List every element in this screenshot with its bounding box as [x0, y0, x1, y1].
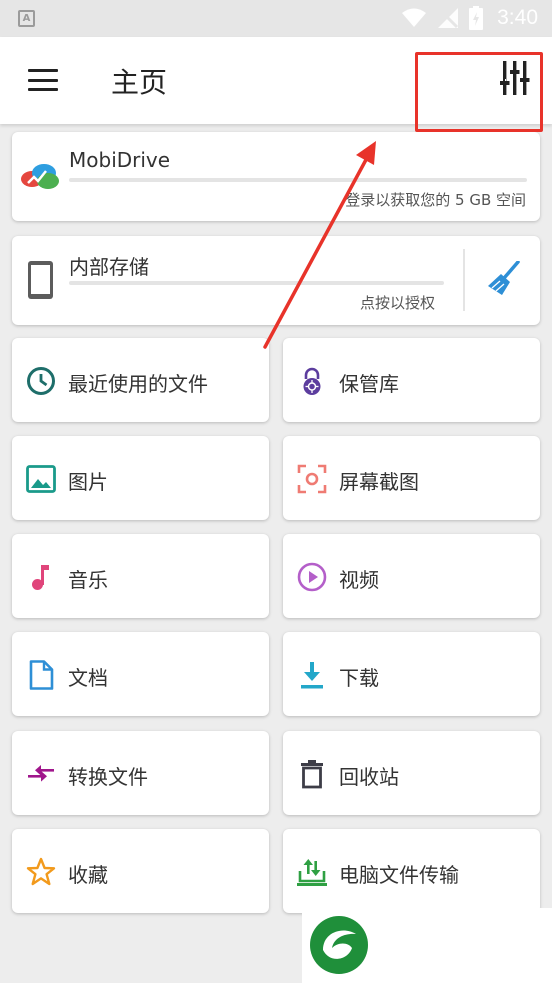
battery-charging-icon	[469, 6, 484, 30]
download-icon	[301, 662, 323, 689]
internal-storage-hint: 点按以授权	[360, 294, 436, 312]
tile-recent-files[interactable]: 最近使用的文件	[12, 338, 269, 422]
tile-label: 音乐	[68, 568, 108, 592]
document-icon	[29, 660, 54, 690]
tile-label: 回收站	[339, 765, 399, 789]
mobidrive-usage-bar	[69, 178, 527, 182]
hamburger-menu-icon[interactable]	[28, 69, 58, 91]
tile-downloads[interactable]: 下载	[283, 632, 540, 716]
status-time: 3:40	[497, 6, 538, 29]
mobidrive-card[interactable]: MobiDrive 登录以获取您的 5 GB 空间	[12, 132, 540, 221]
system-icons: 3:40	[401, 4, 538, 32]
watermark-logo	[302, 908, 552, 983]
internal-storage-bar	[69, 281, 444, 285]
mobidrive-name: MobiDrive	[69, 148, 171, 172]
convert-arrows-icon	[28, 765, 54, 782]
tile-label: 下载	[339, 666, 379, 690]
star-icon	[26, 857, 56, 886]
lock-icon	[303, 367, 321, 395]
internal-storage-name: 内部存储	[69, 255, 149, 279]
tile-screenshots[interactable]: 屏幕截图	[283, 436, 540, 520]
tile-convert-files[interactable]: 转换文件	[12, 731, 269, 815]
tile-documents[interactable]: 文档	[12, 632, 269, 716]
tile-images[interactable]: 图片	[12, 436, 269, 520]
music-note-icon	[32, 565, 49, 590]
tile-favorites[interactable]: 收藏	[12, 829, 269, 913]
tile-label: 视频	[339, 568, 379, 592]
tile-label: 保管库	[339, 372, 399, 396]
phone-icon	[28, 261, 53, 299]
clock-icon	[27, 367, 55, 395]
pc-transfer-icon	[297, 859, 327, 886]
tile-music[interactable]: 音乐	[12, 534, 269, 618]
tile-videos[interactable]: 视频	[283, 534, 540, 618]
no-signal-icon	[438, 7, 459, 29]
tile-label: 文档	[68, 666, 108, 690]
page-title: 主页	[111, 66, 168, 99]
broom-icon[interactable]	[486, 261, 520, 297]
tile-label: 屏幕截图	[339, 470, 419, 494]
tile-label: 收藏	[68, 863, 108, 887]
tile-label: 图片	[68, 470, 108, 494]
mobidrive-hint: 登录以获取您的 5 GB 空间	[345, 191, 526, 209]
tile-recycle-bin[interactable]: 回收站	[283, 731, 540, 815]
internal-storage-card[interactable]: 内部存储 点按以授权	[12, 236, 540, 325]
tune-sliders-icon[interactable]	[500, 61, 530, 95]
screenshot-icon	[297, 464, 327, 494]
card-divider	[463, 249, 465, 311]
image-icon	[26, 465, 56, 493]
play-circle-icon	[297, 562, 327, 592]
status-bar: A 3:40	[0, 0, 552, 37]
tile-label: 转换文件	[68, 765, 148, 789]
app-bar: 主页	[0, 37, 552, 124]
tile-label: 最近使用的文件	[68, 372, 208, 396]
tile-vault[interactable]: 保管库	[283, 338, 540, 422]
mobidrive-logo-icon	[21, 164, 59, 189]
wifi-icon	[402, 8, 427, 27]
notification-a-icon: A	[18, 10, 35, 27]
trash-icon	[301, 760, 323, 789]
tile-pc-file-transfer[interactable]: 电脑文件传输	[283, 829, 540, 913]
site-logo-icon	[310, 916, 368, 974]
tile-label: 电脑文件传输	[339, 863, 459, 887]
